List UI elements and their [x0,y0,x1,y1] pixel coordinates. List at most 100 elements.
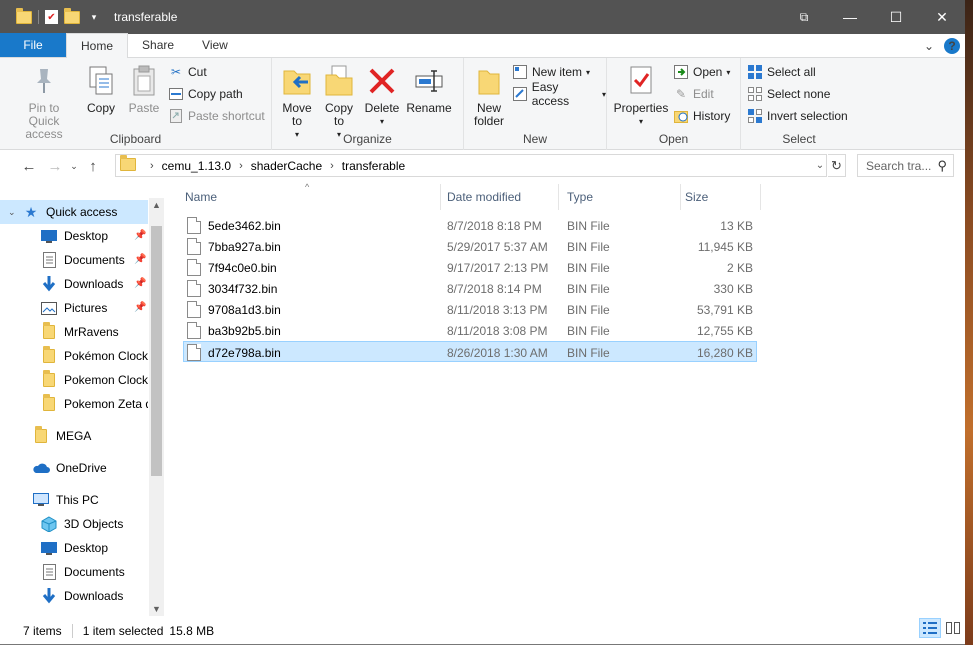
refresh-button[interactable]: ↻ [828,154,846,177]
file-row-selected[interactable]: d72e798a.bin 8/26/2018 1:30 AM BIN File … [183,341,757,362]
new-item-button[interactable]: New item ▾ [512,62,590,82]
cut-button[interactable]: ✂ Cut [168,62,207,82]
easy-access-button[interactable]: Easy access ▾ [512,80,606,108]
star-icon: ★ [24,203,38,220]
invert-selection-button[interactable]: Invert selection [747,106,848,126]
history-icon [673,108,689,124]
back-button[interactable]: ← [16,155,42,179]
file-row[interactable]: 3034f732.bin 8/7/2018 8:14 PM BIN File 3… [183,278,757,299]
select-all-button[interactable]: Select all [747,62,816,82]
customize-qat-icon[interactable]: ▾ [86,9,102,25]
column-header-type[interactable]: Type [557,184,677,210]
nav-item-onedrive[interactable]: OneDrive [0,456,148,480]
nav-item-folder[interactable]: Pokémon Clockwork [0,344,148,368]
new-folder-icon[interactable] [64,7,80,25]
invert-selection-icon [747,108,763,124]
properties-icon[interactable]: ✔ [45,10,58,24]
expand-arrow-icon[interactable]: ⌄ [8,207,20,218]
breadcrumb-chevron-icon[interactable]: › [330,160,334,172]
file-icon [187,322,201,339]
pin-icon[interactable]: 📌 [134,302,146,313]
breadcrumb-chevron-icon[interactable]: › [239,160,243,172]
address-bar[interactable]: › cemu_1.13.0 › shaderCache › transferab… [115,154,827,177]
maximize-button[interactable]: ☐ [873,0,919,34]
nav-item-downloads[interactable]: Downloads [0,272,148,296]
paste-button[interactable]: Paste [124,64,164,115]
recent-locations-icon[interactable]: ⌄ [68,155,80,179]
minimize-button[interactable]: — [827,0,873,34]
details-view-icon [923,622,937,634]
up-button[interactable]: ↑ [80,155,106,179]
move-to-button[interactable]: Move to ▾ [280,64,314,141]
open-button[interactable]: Open ▾ [673,62,730,82]
file-row[interactable]: ba3b92b5.bin 8/11/2018 3:08 PM BIN File … [183,320,757,341]
desktop-icon [40,228,58,244]
file-icon [187,238,201,255]
title-bar[interactable]: ✔ ▾ transferable ⧉ — ☐ ✕ [0,0,965,34]
tab-file[interactable]: File [0,33,66,57]
paste-shortcut-button[interactable]: Paste shortcut [168,106,265,126]
pin-icon[interactable]: 📌 [134,254,146,265]
file-row[interactable]: 7f94c0e0.bin 9/17/2017 2:13 PM BIN File … [183,257,757,278]
nav-scrollbar[interactable]: ▲ ▼ [149,198,164,616]
nav-item-folder[interactable]: Pokemon Clockwork [0,368,148,392]
breadcrumb-item[interactable]: cemu_1.13.0 [162,159,231,173]
new-folder-icon [473,64,505,98]
tab-view[interactable]: View [188,33,242,57]
close-button[interactable]: ✕ [919,0,965,34]
breadcrumb-item[interactable]: shaderCache [251,159,322,173]
pin-quick-access-button[interactable]: Pin to Quick access [12,64,76,141]
delete-button[interactable]: Delete ▾ [364,64,400,128]
file-row[interactable]: 9708a1d3.bin 8/11/2018 3:13 PM BIN File … [183,299,757,320]
pin-icon[interactable]: 📌 [134,230,146,241]
paste-icon [128,64,160,98]
expand-ribbon-icon[interactable]: ⌄ [924,39,934,53]
tab-share[interactable]: Share [128,33,188,57]
pin-window-icon[interactable]: ⧉ [781,0,827,34]
file-row[interactable]: 7bba927a.bin 5/29/2017 5:37 AM BIN File … [183,236,757,257]
nav-item-this-pc[interactable]: This PC [0,488,148,512]
nav-item-mega[interactable]: MEGA [0,424,148,448]
file-list: ^ Name Date modified Type Size 5ede3462.… [175,182,965,616]
forward-button[interactable]: → [42,155,68,179]
pin-icon[interactable]: 📌 [134,278,146,289]
search-input[interactable]: Search tra... ⚲ [857,154,954,177]
address-dropdown-icon[interactable]: ⌄ [812,154,828,177]
large-icons-view-button[interactable] [942,618,964,638]
nav-item-folder[interactable]: Pokemon Zeta dex [0,392,148,416]
details-view-button[interactable] [919,618,941,638]
nav-item-downloads[interactable]: Downloads [0,584,148,608]
column-header-name[interactable]: Name [175,184,439,210]
column-header-date[interactable]: Date modified [437,184,557,210]
rename-button[interactable]: Rename [406,64,452,115]
scroll-thumb[interactable] [151,226,162,476]
column-header-size[interactable]: Size [675,184,759,210]
breadcrumb-item[interactable]: transferable [342,159,405,173]
nav-quick-access[interactable]: ⌄ ★ Quick access [0,200,148,224]
copy-button[interactable]: Copy [84,64,118,115]
nav-item-pictures[interactable]: Pictures [0,296,148,320]
help-icon[interactable]: ? [944,38,960,54]
copy-to-button[interactable]: Copy to ▾ [322,64,356,141]
new-item-icon [512,64,528,80]
nav-item-3d-objects[interactable]: 3D Objects [0,512,148,536]
copy-path-button[interactable]: Copy path [168,84,243,104]
breadcrumb-chevron-icon[interactable]: › [150,160,154,172]
scissors-icon: ✂ [170,65,182,79]
cube-icon [40,516,58,532]
select-none-button[interactable]: Select none [747,84,830,104]
file-row[interactable]: 5ede3462.bin 8/7/2018 8:18 PM BIN File 1… [183,215,757,236]
new-folder-button[interactable]: New folder [472,64,506,128]
nav-item-documents[interactable]: Documents [0,248,148,272]
tab-home[interactable]: Home [66,33,129,58]
edit-button[interactable]: ✎ Edit [673,84,714,104]
nav-item-documents[interactable]: Documents [0,560,148,584]
scroll-up-icon[interactable]: ▲ [149,198,164,212]
nav-item-desktop[interactable]: Desktop [0,224,148,248]
nav-item-desktop[interactable]: Desktop [0,536,148,560]
column-divider[interactable] [760,184,761,210]
scroll-down-icon[interactable]: ▼ [149,602,164,616]
properties-button[interactable]: Properties ▾ [613,64,669,128]
history-button[interactable]: History [673,106,730,126]
nav-item-folder[interactable]: MrRavens [0,320,148,344]
